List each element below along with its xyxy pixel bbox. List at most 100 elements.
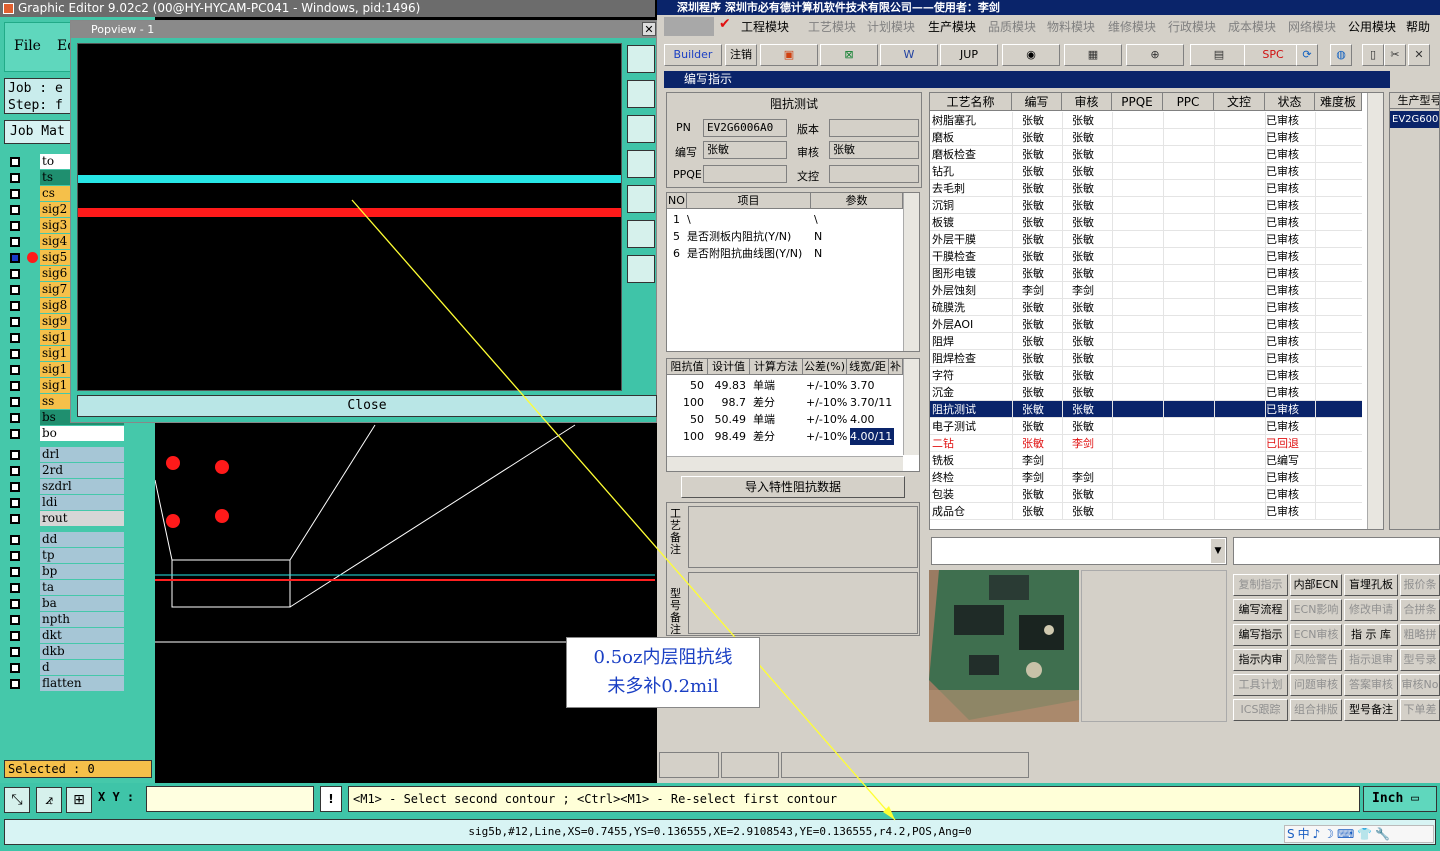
cut-icon[interactable]: ✂ (1384, 44, 1406, 66)
process-row[interactable]: 钻孔 张敏 张敏 已审核 (930, 163, 1362, 180)
layer-checkbox[interactable] (10, 317, 20, 327)
refresh-icon[interactable]: ⟳ (1296, 44, 1318, 66)
process-cell[interactable]: 已审核 (1266, 231, 1316, 248)
process-cell[interactable]: 已审核 (1266, 112, 1316, 129)
excel-icon[interactable]: ⊠ (820, 44, 878, 66)
action-button[interactable]: 指 示 库 (1344, 624, 1398, 646)
layer-row[interactable]: npth (4, 612, 126, 628)
process-cell[interactable]: 阻抗测试 (932, 401, 1012, 418)
layer-checkbox[interactable] (10, 333, 20, 343)
process-cell[interactable]: 已回退 (1266, 435, 1316, 452)
action-button[interactable]: 指示退审 (1344, 649, 1398, 671)
process-cell[interactable]: 阻焊检查 (932, 350, 1012, 367)
impedance-cell[interactable]: 100 (667, 428, 708, 445)
unit-selector[interactable]: Inch ▭ (1363, 786, 1437, 812)
layer-name[interactable]: dd (40, 532, 124, 547)
pn-field[interactable]: EV2G6006A0 (703, 119, 787, 137)
process-cell[interactable]: 张敏 (1022, 316, 1072, 333)
action-button[interactable]: 报价条 (1400, 574, 1440, 596)
process-cell[interactable]: 电子测试 (932, 418, 1012, 435)
impedance-cell[interactable]: 49.83 (708, 377, 750, 394)
process-cell[interactable]: 张敏 (1072, 129, 1122, 146)
process-cell[interactable]: 已审核 (1266, 299, 1316, 316)
process-row[interactable]: 磨板 张敏 张敏 已审核 (930, 129, 1362, 146)
layer-row[interactable]: ldi (4, 495, 126, 511)
process-cell[interactable]: 张敏 (1022, 146, 1072, 163)
ppqe-field[interactable] (703, 165, 787, 183)
layer-row[interactable]: bp (4, 564, 126, 580)
action-button[interactable]: 内部ECN (1290, 574, 1342, 596)
process-cell[interactable]: 张敏 (1072, 486, 1122, 503)
process-cell[interactable]: 李剑 (1072, 282, 1122, 299)
process-row[interactable]: 去毛刺 张敏 张敏 已审核 (930, 180, 1362, 197)
process-cell[interactable]: 张敏 (1022, 486, 1072, 503)
combo-arrow-icon[interactable]: ▼ (1211, 539, 1225, 563)
impedance-cell[interactable]: +/-10% (806, 428, 850, 445)
process-row[interactable]: 干膜检查 张敏 张敏 已审核 (930, 248, 1362, 265)
xy-input[interactable] (146, 786, 314, 812)
layer-checkbox[interactable] (10, 413, 20, 423)
layer-checkbox[interactable] (10, 189, 20, 199)
action-button[interactable]: 组合排版 (1290, 699, 1342, 721)
action-button[interactable]: 型号备注 (1344, 699, 1398, 721)
process-cell[interactable]: 张敏 (1072, 367, 1122, 384)
layer-checkbox[interactable] (10, 498, 20, 508)
items-cell[interactable]: 5 (673, 228, 687, 245)
process-cell[interactable]: 张敏 (1022, 129, 1072, 146)
process-cell[interactable]: 李剑 (1022, 469, 1072, 486)
layer-checkbox[interactable] (10, 397, 20, 407)
layer-row[interactable]: szdrl (4, 479, 126, 495)
layer-name[interactable]: bp (40, 564, 124, 579)
layer-row[interactable]: 2rd (4, 463, 126, 479)
layer-checkbox[interactable] (10, 535, 20, 545)
impedance-cell[interactable]: 差分 (753, 394, 806, 411)
network-icon[interactable]: ⊕ (1126, 44, 1184, 66)
menu-item[interactable]: 生产模块 (928, 18, 976, 35)
process-cell[interactable]: 磨板 (932, 129, 1012, 146)
layer-name[interactable]: flatten (40, 676, 124, 691)
menu-item[interactable]: 物料模块 (1047, 18, 1095, 35)
process-cell[interactable]: 张敏 (1022, 163, 1072, 180)
items-cell[interactable]: \ (814, 211, 894, 228)
prod-model-value[interactable]: EV2G6006 (1390, 111, 1439, 128)
action-button[interactable]: 编写流程 (1233, 599, 1288, 621)
impedance-cell[interactable]: +/-10% (806, 411, 850, 428)
process-cell[interactable]: 外层AOI (932, 316, 1012, 333)
process-cell[interactable]: 张敏 (1072, 180, 1122, 197)
items-cell[interactable]: 是否测板内阻抗(Y/N) (687, 228, 811, 245)
process-cell[interactable]: 成品仓 (932, 503, 1012, 520)
search-combo[interactable] (931, 537, 1227, 565)
popview-close-icon[interactable]: ✕ (642, 22, 656, 36)
popview-down-icon[interactable] (627, 115, 655, 143)
layer-name[interactable]: drl (40, 447, 124, 462)
jup-button[interactable]: JUP (940, 44, 998, 66)
action-button[interactable]: 下单差 (1400, 699, 1440, 721)
select-tool-icon[interactable]: ⤡ (4, 787, 30, 813)
process-cell[interactable]: 张敏 (1072, 350, 1122, 367)
items-cell[interactable]: 1 (673, 211, 687, 228)
process-cell[interactable]: 硫膜洗 (932, 299, 1012, 316)
search-field[interactable] (1233, 537, 1440, 565)
process-cell[interactable]: 树脂塞孔 (932, 112, 1012, 129)
process-cell[interactable]: 张敏 (1072, 333, 1122, 350)
popview-zoom-icon[interactable] (627, 45, 655, 73)
process-scrollbar[interactable] (1367, 93, 1383, 529)
process-cell[interactable]: 张敏 (1022, 435, 1072, 452)
printer-icon[interactable]: ▤ (1190, 44, 1248, 66)
process-cell[interactable]: 外层干膜 (932, 231, 1012, 248)
layer-name[interactable]: 2rd (40, 463, 124, 478)
close-icon[interactable]: ✕ (1408, 44, 1430, 66)
process-cell[interactable]: 已审核 (1266, 503, 1316, 520)
layer-row[interactable]: dd (4, 532, 126, 548)
process-note-field[interactable] (688, 506, 918, 568)
process-row[interactable]: 成品仓 张敏 张敏 已审核 (930, 503, 1362, 520)
menu-item[interactable]: 成本模块 (1228, 18, 1276, 35)
process-row[interactable]: 硫膜洗 张敏 张敏 已审核 (930, 299, 1362, 316)
process-cell[interactable]: 李剑 (1022, 282, 1072, 299)
menu-item[interactable]: 行政模块 (1168, 18, 1216, 35)
layer-name[interactable]: tp (40, 548, 124, 563)
impedance-cell[interactable]: 4.00/11 (850, 428, 894, 445)
spc-button[interactable]: SPC (1244, 44, 1302, 66)
layer-checkbox[interactable] (10, 365, 20, 375)
process-cell[interactable]: 已审核 (1266, 197, 1316, 214)
